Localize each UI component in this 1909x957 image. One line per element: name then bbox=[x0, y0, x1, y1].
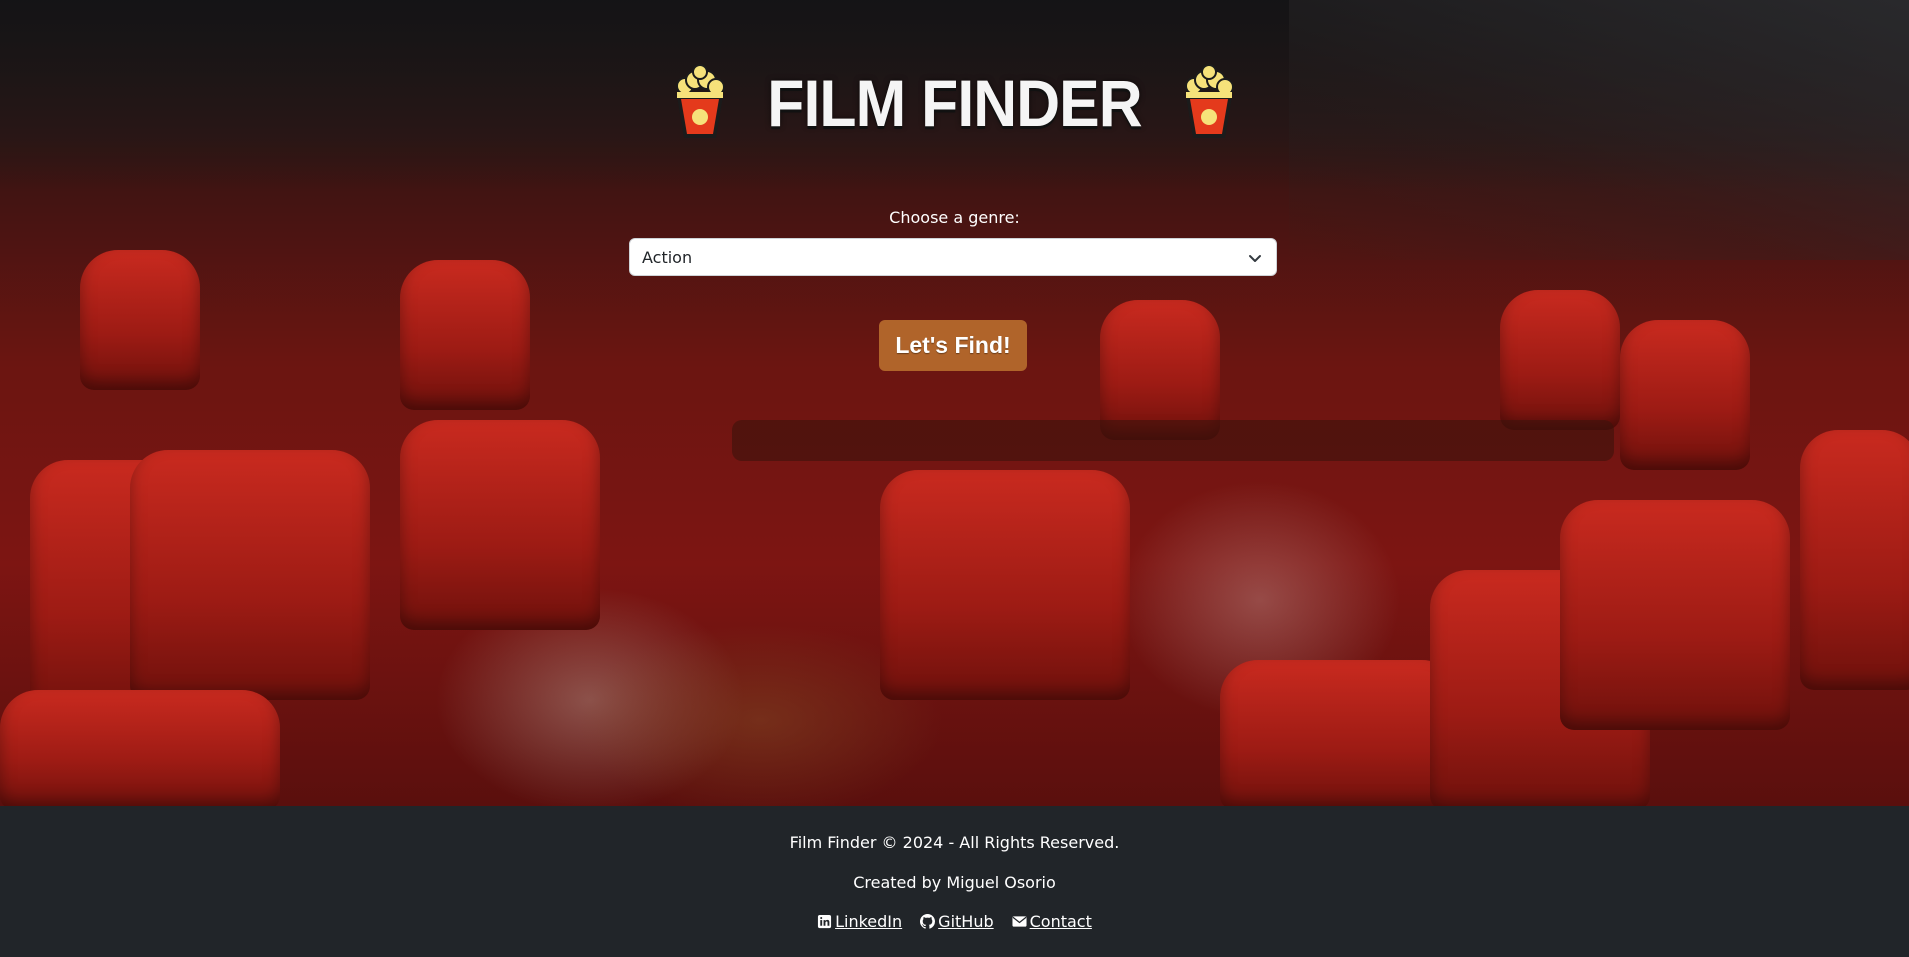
seat-decoration bbox=[1620, 320, 1750, 470]
genre-selected-value: Action bbox=[642, 247, 693, 267]
popcorn-icon bbox=[1184, 64, 1234, 138]
seat-decoration bbox=[1560, 500, 1790, 730]
copyright-text: Film Finder © 2024 - All Rights Reserved… bbox=[789, 833, 1120, 852]
seat-decoration bbox=[80, 250, 200, 390]
github-link[interactable]: GitHub bbox=[920, 912, 994, 931]
github-icon bbox=[920, 914, 936, 929]
seat-decoration bbox=[1100, 300, 1220, 440]
envelope-icon bbox=[1012, 916, 1027, 927]
footer-links: LinkedIn GitHub Contact bbox=[0, 912, 1909, 931]
site-title: FILM FINDER bbox=[767, 66, 1142, 140]
contact-link[interactable]: Contact bbox=[1012, 912, 1092, 931]
seat-decoration bbox=[1220, 660, 1460, 806]
genre-label: Choose a genre: bbox=[889, 208, 1020, 227]
genre-select[interactable]: Action bbox=[629, 238, 1277, 276]
github-label: GitHub bbox=[938, 912, 994, 931]
seat-decoration bbox=[400, 260, 530, 410]
linkedin-icon bbox=[818, 914, 832, 929]
seat-decoration bbox=[400, 420, 600, 630]
contact-label: Contact bbox=[1029, 912, 1092, 931]
seat-decoration bbox=[880, 470, 1130, 700]
linkedin-link[interactable]: LinkedIn bbox=[817, 912, 902, 931]
site-footer: Film Finder © 2024 - All Rights Reserved… bbox=[0, 806, 1909, 957]
find-button[interactable]: Let's Find! bbox=[879, 320, 1027, 371]
results-panel bbox=[732, 420, 1614, 461]
seat-decoration bbox=[1800, 430, 1909, 690]
linkedin-label: LinkedIn bbox=[835, 912, 903, 931]
site-logo: FILM FINDER bbox=[0, 62, 1909, 144]
credit-text: Created by Miguel Osorio bbox=[853, 873, 1056, 892]
chevron-down-icon bbox=[1249, 255, 1261, 262]
seat-decoration bbox=[0, 690, 280, 806]
popcorn-icon bbox=[676, 64, 726, 138]
seat-decoration bbox=[130, 450, 370, 700]
seat-decoration bbox=[1500, 290, 1620, 430]
